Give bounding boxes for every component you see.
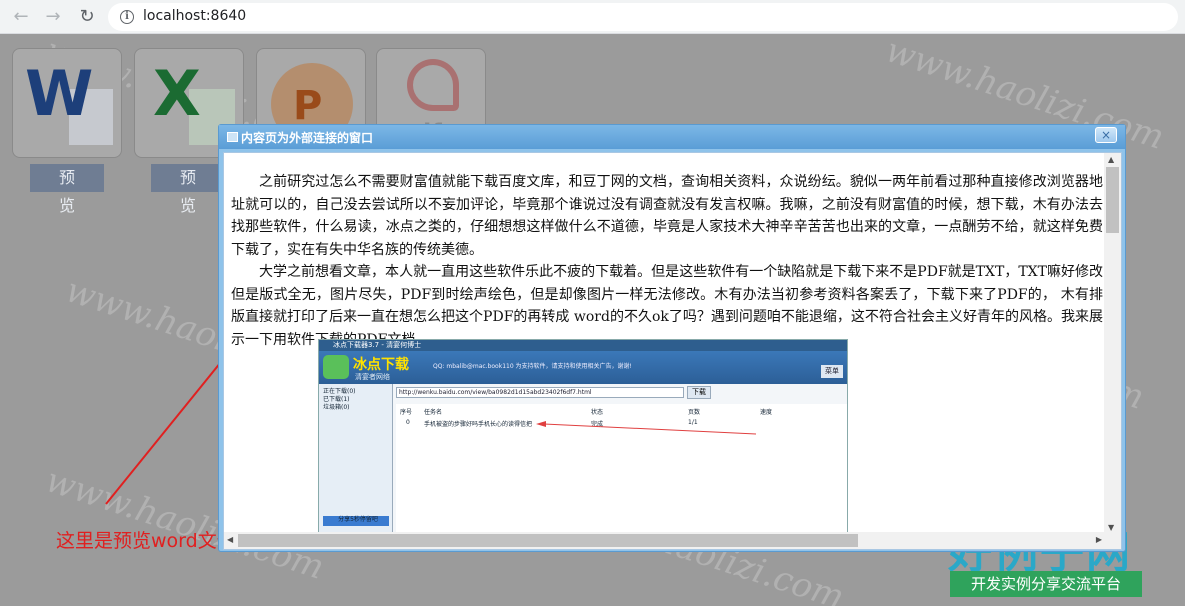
embedded-title: 冰点下载器3.7 - 清宴何博士 xyxy=(319,340,847,351)
reload-icon[interactable]: ↻ xyxy=(76,6,98,28)
sidebar-item: 垃圾箱(0) xyxy=(323,404,350,411)
horizontal-scroll-thumb[interactable] xyxy=(238,534,858,547)
embedded-brand-sub: 清宴者网络 xyxy=(355,373,390,381)
document-content: 之前研究过怎么不需要财富值就能下载百度文库，和豆丁网的文档，查询相关资料，众说纷… xyxy=(231,171,1103,351)
embedded-red-arrow xyxy=(536,421,757,435)
window-icon xyxy=(227,132,238,142)
embedded-menu: 菜单 xyxy=(821,365,843,378)
scroll-left-icon[interactable]: ◀ xyxy=(227,535,233,544)
embedded-sidebar: 正在下载(0) 已下载(1) 垃圾箱(0) 分享5秒停留吧 xyxy=(319,384,393,534)
scroll-right-icon[interactable]: ▶ xyxy=(1096,535,1102,544)
dialog-body: 之前研究过怎么不需要财富值就能下载百度文库，和豆丁网的文档，查询相关资料，众说纷… xyxy=(223,152,1122,550)
browser-toolbar: ← → ↻ i localhost:8640 xyxy=(0,0,1185,34)
paragraph: 大学之前想看文章，本人就一直用这些软件乐此不疲的下载着。但是这些软件有一个缺陷就… xyxy=(231,264,1103,348)
vertical-scroll-thumb[interactable] xyxy=(1106,167,1119,233)
url-text[interactable]: localhost:8640 xyxy=(143,8,246,24)
close-button[interactable]: × xyxy=(1095,127,1117,143)
info-icon[interactable]: i xyxy=(120,10,134,24)
embedded-banner: 冰点下载 清宴者网络 QQ: mbalib@mac.book110 为支持软件，… xyxy=(319,351,847,384)
scroll-down-icon[interactable]: ▼ xyxy=(1108,523,1114,532)
forward-arrow-icon[interactable]: → xyxy=(42,6,64,28)
scroll-up-icon[interactable]: ▲ xyxy=(1108,155,1114,164)
refresh-logo-icon xyxy=(323,355,349,379)
embedded-url: http://wenku.baidu.com/view/ba0982d1d15a… xyxy=(396,387,684,398)
embedded-task-table: 序号 任务名 状态 页数 速度 0 手机被盗的步骤好吗手机长心的读得信把 完成 … xyxy=(396,404,847,534)
address-bar[interactable]: i localhost:8640 xyxy=(108,3,1178,31)
site-logo-tagline: 开发实例分享交流平台 xyxy=(950,571,1142,597)
embedded-info: QQ: mbalib@mac.book110 为支持软件，请支持和使用相关广告，… xyxy=(433,363,632,370)
horizontal-scrollbar[interactable]: ◀ ▶ xyxy=(224,532,1121,549)
preview-dialog: 内容页为外部连接的窗口 × 之前研究过怎么不需要财富值就能下载百度文库，和豆丁网… xyxy=(218,124,1126,552)
vertical-scrollbar[interactable]: ▲ ▼ xyxy=(1104,153,1121,534)
back-arrow-icon[interactable]: ← xyxy=(10,6,32,28)
dialog-title: 内容页为外部连接的窗口 xyxy=(241,131,374,145)
embedded-brand: 冰点下载 xyxy=(353,357,409,373)
embedded-download-button: 下载 xyxy=(687,386,711,399)
sidebar-caption: 分享5秒停留吧 xyxy=(323,516,389,526)
paragraph: 之前研究过怎么不需要财富值就能下载百度文库，和豆丁网的文档，查询相关资料，众说纷… xyxy=(231,174,1103,258)
sidebar-item: 已下载(1) xyxy=(323,396,350,403)
dialog-header[interactable]: 内容页为外部连接的窗口 × xyxy=(219,125,1125,149)
sidebar-item: 正在下载(0) xyxy=(323,388,356,395)
embedded-screenshot: 冰点下载器3.7 - 清宴何博士 冰点下载 清宴者网络 QQ: mbalib@m… xyxy=(318,339,848,535)
